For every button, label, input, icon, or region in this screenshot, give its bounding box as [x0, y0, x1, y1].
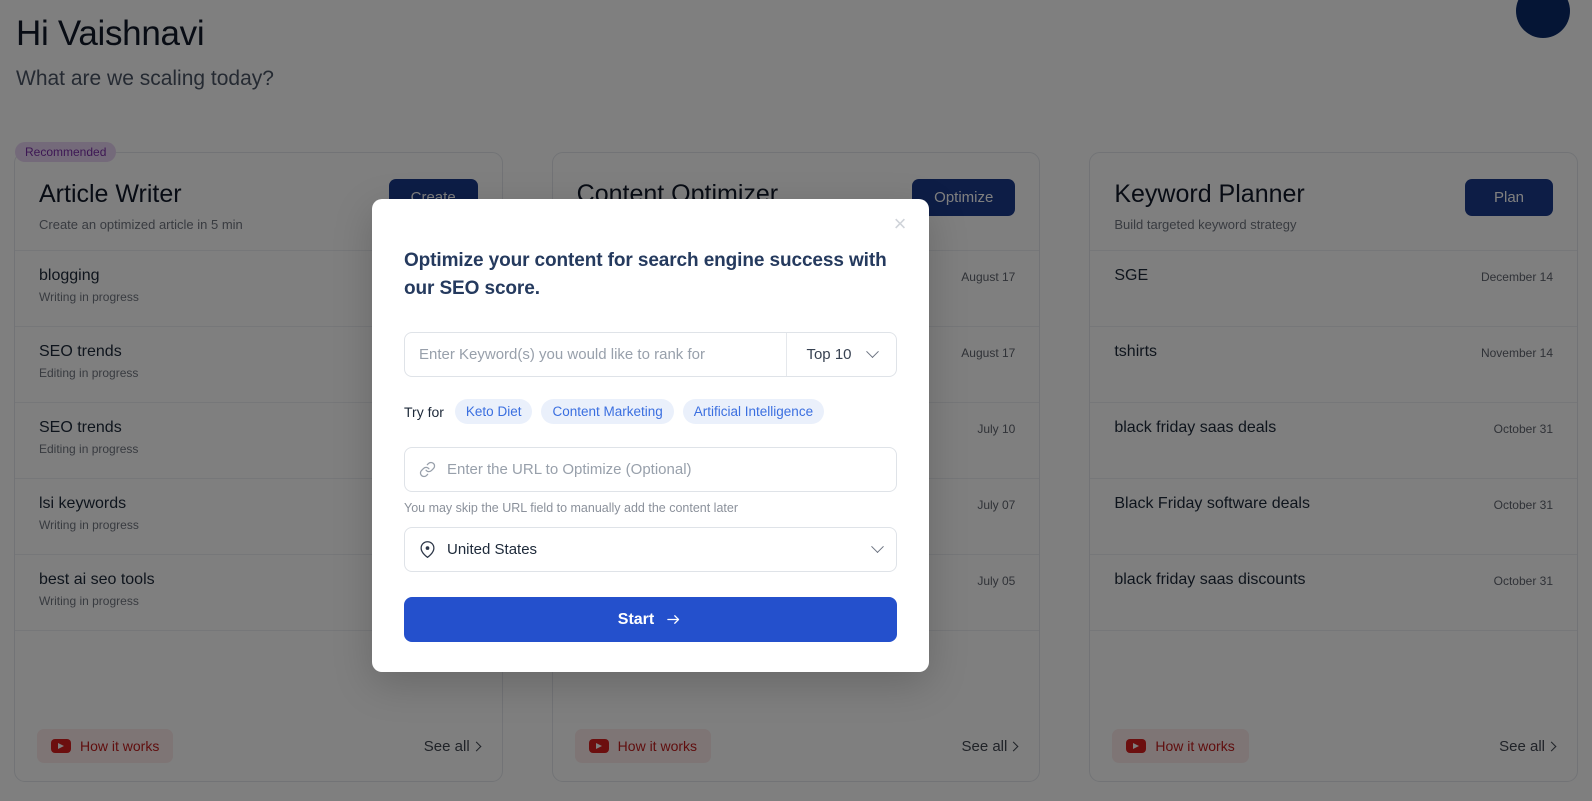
url-input-group	[404, 447, 897, 493]
try-for-row: Try for Keto Diet Content Marketing Arti…	[404, 399, 897, 425]
try-for-label: Try for	[404, 403, 444, 420]
close-icon[interactable]: ×	[887, 211, 913, 237]
location-value: United States	[447, 541, 538, 559]
rank-select[interactable]: Top 10	[786, 333, 896, 377]
chevron-down-icon	[871, 540, 884, 554]
rank-select-value: Top 10	[806, 346, 852, 364]
link-icon	[419, 461, 436, 478]
keyword-input-group: Top 10	[404, 332, 897, 378]
suggestion-chip-artificial-intelligence[interactable]: Artificial Intelligence	[682, 399, 825, 425]
arrow-right-icon	[664, 612, 683, 627]
optimize-content-modal: × Optimize your content for search engin…	[372, 199, 929, 673]
url-input[interactable]	[447, 461, 882, 479]
location-select[interactable]: United States	[404, 527, 897, 573]
modal-heading: Optimize your content for search engine …	[404, 250, 887, 299]
location-pin-icon	[419, 541, 436, 559]
suggestion-chip-keto-diet[interactable]: Keto Diet	[454, 399, 533, 425]
chevron-down-icon	[865, 345, 879, 359]
suggestion-chip-content-marketing[interactable]: Content Marketing	[541, 399, 674, 425]
start-button-label: Start	[617, 610, 655, 628]
url-hint: You may skip the URL field to manually a…	[404, 501, 738, 516]
start-button[interactable]: Start	[404, 597, 897, 643]
keyword-input[interactable]	[405, 333, 786, 377]
